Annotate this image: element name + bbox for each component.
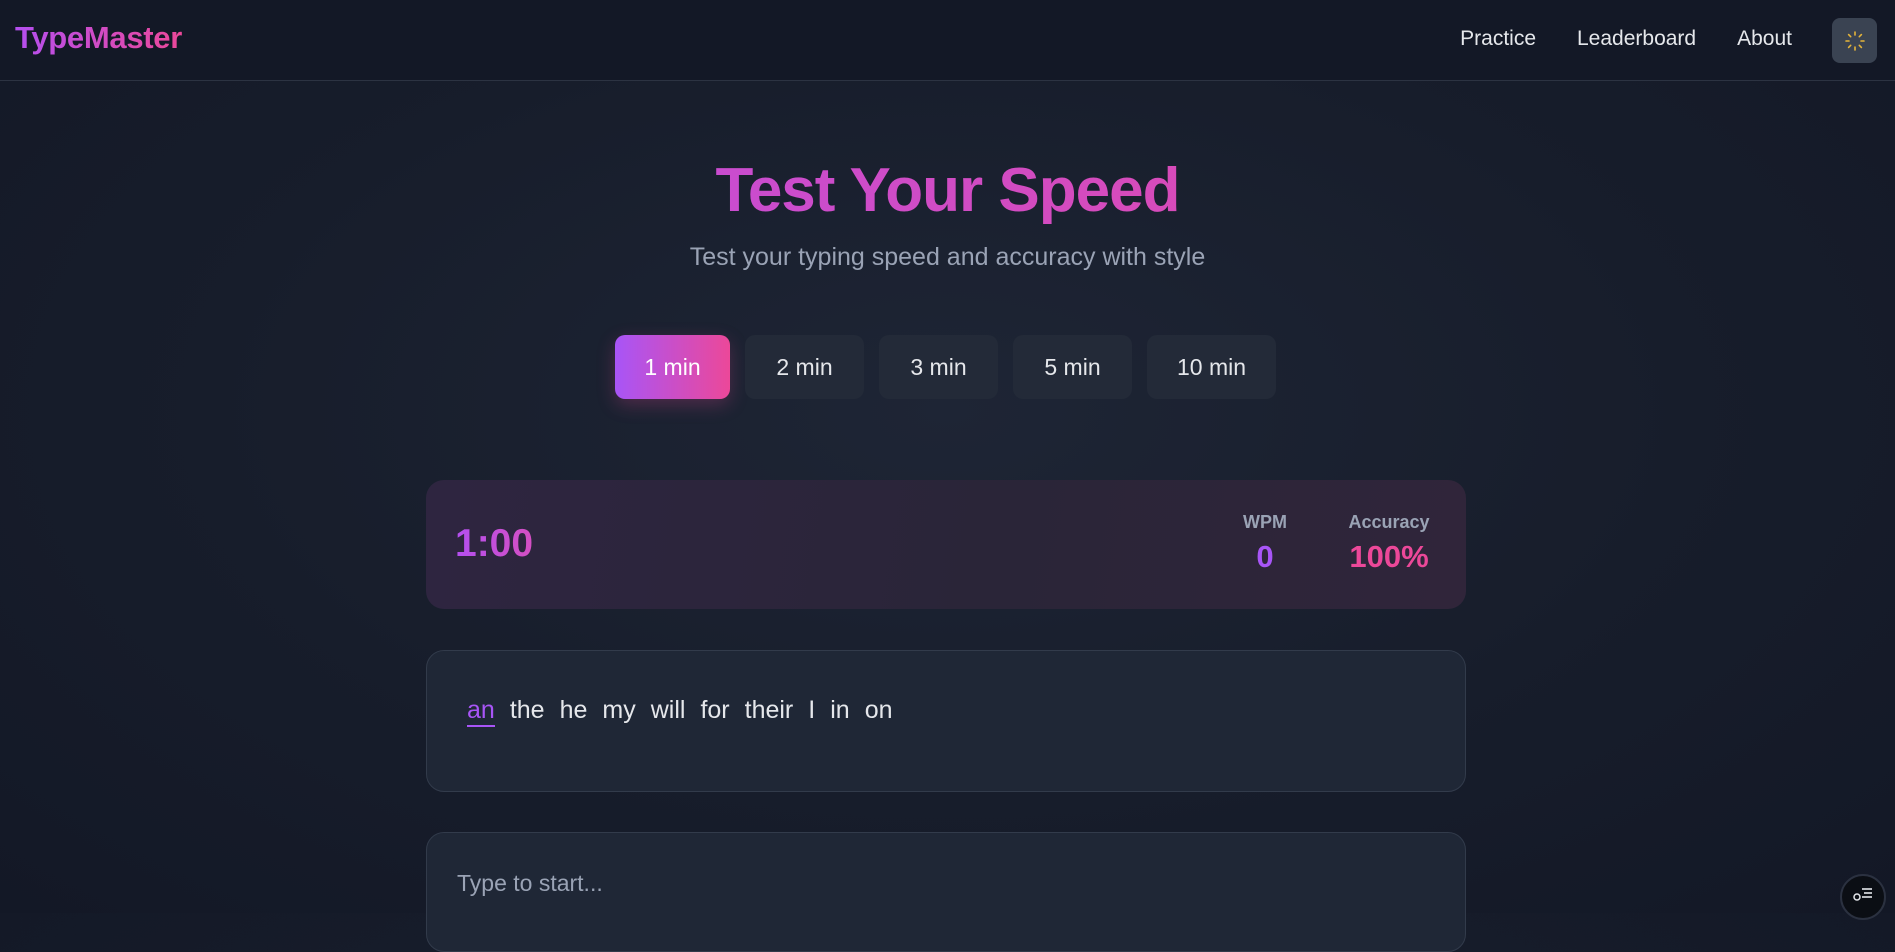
duration-1-min-button[interactable]: 1 min bbox=[615, 335, 730, 399]
duration-2-min-button[interactable]: 2 min bbox=[745, 335, 864, 399]
word: on bbox=[864, 696, 893, 724]
wpm-label: WPM bbox=[1243, 512, 1287, 532]
page-subtitle: Test your typing speed and accuracy with… bbox=[689, 243, 1206, 271]
accuracy-stat: Accuracy 100% bbox=[1339, 512, 1439, 575]
accuracy-label: Accuracy bbox=[1348, 512, 1430, 532]
word: their bbox=[744, 696, 794, 724]
typing-input-panel bbox=[426, 832, 1466, 952]
top-navbar: TypeMaster Practice Leaderboard About bbox=[0, 0, 1895, 81]
accuracy-value: 100% bbox=[1349, 539, 1429, 574]
brand-logo[interactable]: TypeMaster bbox=[15, 20, 182, 56]
nav-link-practice[interactable]: Practice bbox=[1460, 27, 1536, 51]
words-panel: an the he my will for their I in on bbox=[426, 650, 1466, 792]
sun-icon bbox=[1844, 30, 1865, 51]
timer-display: 1:00 bbox=[455, 522, 534, 565]
duration-selector: 1 min 2 min 3 min 5 min 10 min bbox=[615, 335, 1276, 399]
nav-link-leaderboard[interactable]: Leaderboard bbox=[1577, 27, 1696, 51]
feedback-button[interactable] bbox=[1840, 874, 1886, 920]
duration-3-min-button[interactable]: 3 min bbox=[879, 335, 998, 399]
word-list: an the he my will for their I in on bbox=[467, 696, 893, 727]
word: he bbox=[559, 696, 588, 724]
feedback-list-icon bbox=[1853, 888, 1872, 901]
nav-link-about[interactable]: About bbox=[1737, 27, 1792, 51]
word-current: an bbox=[467, 696, 495, 727]
nav-links: Practice Leaderboard About bbox=[1460, 27, 1792, 51]
theme-toggle-button[interactable] bbox=[1832, 18, 1877, 63]
duration-10-min-button[interactable]: 10 min bbox=[1147, 335, 1276, 399]
word: I bbox=[808, 696, 816, 724]
word: my bbox=[602, 696, 636, 724]
wpm-value: 0 bbox=[1256, 539, 1274, 574]
word: the bbox=[509, 696, 545, 724]
word: will bbox=[650, 696, 686, 724]
page-title: Test Your Speed bbox=[0, 155, 1895, 226]
duration-5-min-button[interactable]: 5 min bbox=[1013, 335, 1132, 399]
word: for bbox=[700, 696, 730, 724]
wpm-stat: WPM 0 bbox=[1230, 512, 1300, 575]
word: in bbox=[830, 696, 850, 724]
typing-input[interactable] bbox=[457, 863, 1357, 903]
stats-panel: 1:00 WPM 0 Accuracy 100% bbox=[426, 480, 1466, 609]
